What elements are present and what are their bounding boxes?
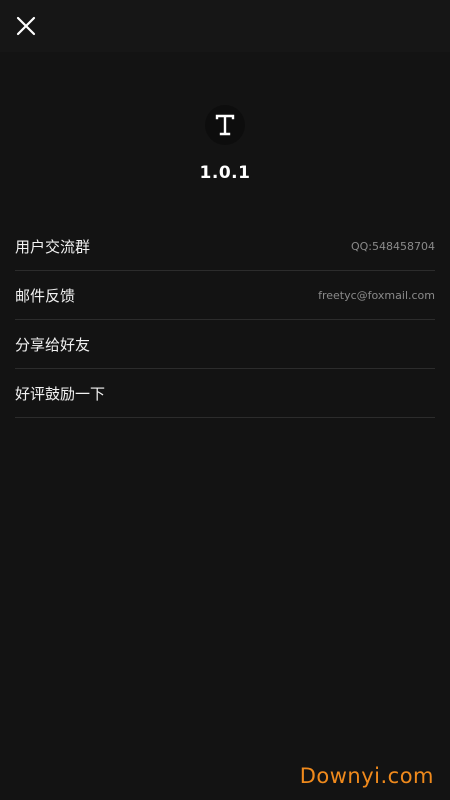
menu-item-share[interactable]: 分享给好友 xyxy=(15,320,435,369)
menu-item-value: QQ:548458704 xyxy=(350,240,435,253)
settings-menu: 用户交流群 QQ:548458704 邮件反馈 freetyc@foxmail.… xyxy=(15,222,435,418)
menu-item-label: 用户交流群 xyxy=(15,238,91,256)
menu-item-label: 分享给好友 xyxy=(15,336,91,354)
watermark: Downyi.com xyxy=(299,764,434,788)
menu-item-label: 好评鼓励一下 xyxy=(15,385,106,403)
close-icon xyxy=(16,16,36,36)
menu-item-value: freetyc@foxmail.com xyxy=(318,289,435,302)
app-logo xyxy=(205,105,245,145)
menu-item-email-feedback[interactable]: 邮件反馈 freetyc@foxmail.com xyxy=(15,271,435,320)
top-bar xyxy=(0,0,450,52)
app-version: 1.0.1 xyxy=(199,163,251,183)
close-button[interactable] xyxy=(10,10,42,42)
menu-item-user-group[interactable]: 用户交流群 QQ:548458704 xyxy=(15,222,435,271)
menu-item-rate[interactable]: 好评鼓励一下 xyxy=(15,369,435,418)
about-screen: 1.0.1 用户交流群 QQ:548458704 邮件反馈 freetyc@fo… xyxy=(0,0,450,800)
menu-item-label: 邮件反馈 xyxy=(15,287,76,305)
letter-t-logo-icon xyxy=(215,114,235,136)
